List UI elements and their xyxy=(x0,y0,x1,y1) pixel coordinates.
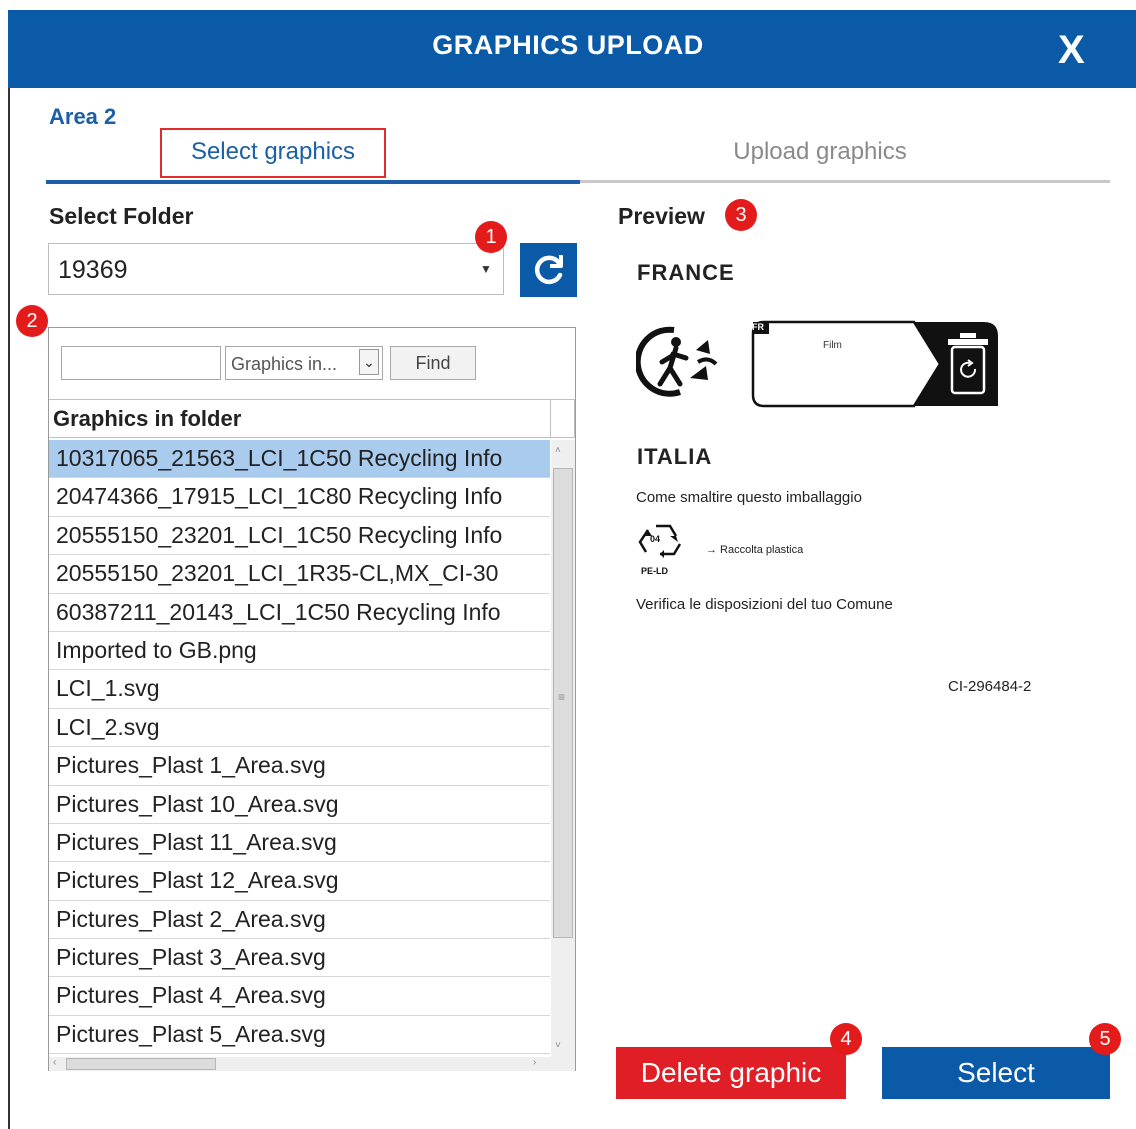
scroll-down-icon[interactable]: ˅ xyxy=(555,1040,561,1051)
badge-5: 5 xyxy=(1089,1023,1121,1055)
refresh-button[interactable] xyxy=(520,243,577,297)
tab-upload-graphics[interactable]: Upload graphics xyxy=(580,138,1060,166)
search-input[interactable] xyxy=(61,346,221,380)
select-button[interactable]: Select xyxy=(882,1047,1110,1099)
find-button[interactable]: Find xyxy=(390,346,476,380)
list-item[interactable]: Pictures_Plast 3_Area.svg xyxy=(49,939,550,978)
collection-text: → Raccolta plastica xyxy=(706,544,804,556)
graphics-column-header: Graphics in folder xyxy=(49,399,550,438)
horizontal-scroll-thumb[interactable] xyxy=(66,1058,216,1070)
scroll-left-icon[interactable]: ‹ xyxy=(53,1057,56,1068)
scroll-right-icon[interactable]: › xyxy=(533,1057,536,1068)
recycle-code: 04 xyxy=(650,534,661,544)
grip-icon: ≡ xyxy=(558,690,566,704)
select-folder-label: Select Folder xyxy=(49,203,194,229)
close-button[interactable]: X xyxy=(1058,30,1085,70)
badge-2: 2 xyxy=(16,305,48,337)
dialog-title: GRAPHICS UPLOAD xyxy=(432,30,704,60)
tab-select-graphics[interactable]: Select graphics xyxy=(160,138,386,166)
folder-value: 19369 xyxy=(58,256,128,284)
chevron-down-icon: ▼ xyxy=(480,262,492,276)
tab-active-indicator xyxy=(46,180,580,184)
film-label: Film xyxy=(823,340,842,351)
list-item[interactable]: 60387211_20143_LCI_1C50 Recycling Info xyxy=(49,594,550,632)
list-item[interactable]: Pictures_Plast 4_Area.svg xyxy=(49,977,550,1016)
list-item[interactable]: Pictures_Plast 5_Area.svg xyxy=(49,1016,550,1055)
list-item[interactable]: Pictures_Plast 2_Area.svg xyxy=(49,901,550,940)
filter-dropdown-label: Graphics in... xyxy=(231,354,338,374)
preview-label: Preview xyxy=(618,203,705,229)
list-item[interactable]: 20555150_23201_LCI_1C50 Recycling Info xyxy=(49,517,550,556)
chevron-down-icon[interactable]: ⌄ xyxy=(359,349,379,375)
list-item[interactable]: 20474366_17915_LCI_1C80 Recycling Info xyxy=(49,478,550,517)
material-code: PE-LD xyxy=(641,566,668,576)
list-item[interactable]: LCI_2.svg xyxy=(49,709,550,748)
badge-4: 4 xyxy=(830,1023,862,1055)
left-border xyxy=(8,88,10,1129)
graphics-list: 10317065_21563_LCI_1C50 Recycling Info 20… xyxy=(49,440,550,1057)
badge-1: 1 xyxy=(475,221,507,253)
france-title: FRANCE xyxy=(637,260,735,285)
italia-title: ITALIA xyxy=(637,444,713,469)
scroll-up-icon[interactable]: ˄ xyxy=(555,445,561,456)
list-item[interactable]: 10317065_21563_LCI_1C50 Recycling Info xyxy=(49,440,550,479)
triman-recycle-icon xyxy=(636,326,718,397)
recycle-code-icon xyxy=(638,524,682,558)
fr-tag: FR xyxy=(752,322,764,332)
reference-code: CI-296484-2 xyxy=(948,678,1032,695)
italia-intro: Come smaltire questo imballaggio xyxy=(636,489,862,506)
list-item[interactable]: Imported to GB.png xyxy=(49,632,550,671)
area-title: Area 2 xyxy=(49,104,117,129)
list-item[interactable]: 20555150_23201_LCI_1R35-CL,MX_CI-30 xyxy=(49,555,550,594)
italia-note: Verifica le disposizioni del tuo Comune xyxy=(636,596,893,613)
list-item[interactable]: Pictures_Plast 12_Area.svg xyxy=(49,862,550,901)
badge-3: 3 xyxy=(725,199,757,231)
delete-graphic-button[interactable]: Delete graphic xyxy=(616,1047,846,1099)
list-item[interactable]: Pictures_Plast 10_Area.svg xyxy=(49,786,550,824)
header-corner xyxy=(550,399,575,438)
list-item[interactable]: LCI_1.svg xyxy=(49,670,550,709)
list-item[interactable]: Pictures_Plast 11_Area.svg xyxy=(49,824,550,863)
list-item[interactable]: Pictures_Plast 1_Area.svg xyxy=(49,747,550,786)
film-recycling-label xyxy=(751,320,998,408)
refresh-icon xyxy=(534,255,563,285)
